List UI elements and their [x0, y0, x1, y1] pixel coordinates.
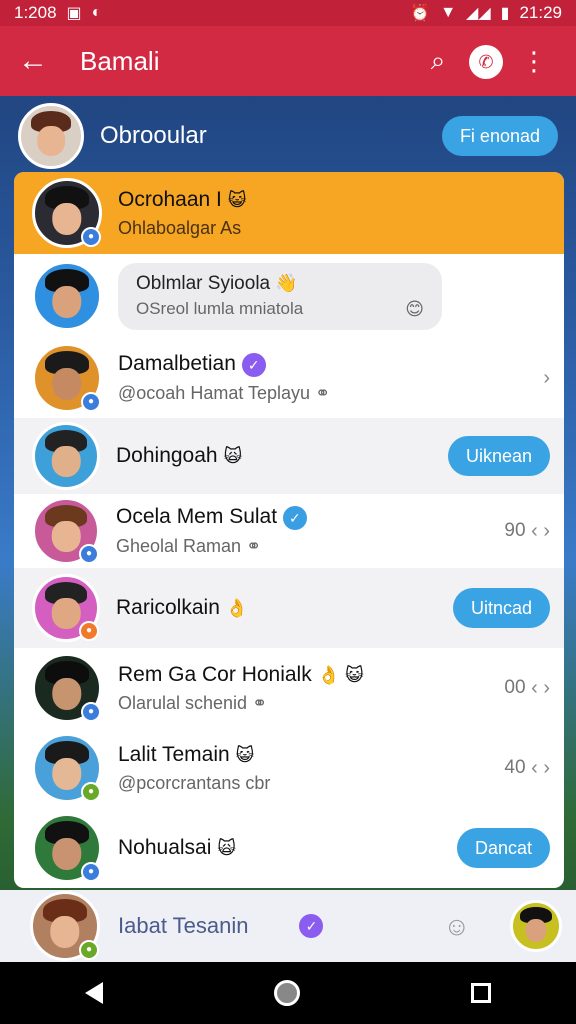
contact-name: Ocrohaan I	[118, 187, 222, 211]
list-item[interactable]: Dohingoah 🙀 Uiknean	[14, 418, 564, 494]
avatar: ●	[32, 497, 100, 565]
list-item[interactable]: ● Ocrohaan I 😺 Ohlaboalgar As	[14, 172, 564, 254]
bottom-profile-bar[interactable]: ● Iabat Tesanin ✓ ☺	[0, 890, 576, 962]
nav-back-icon[interactable]	[85, 982, 104, 1004]
avatar: ●	[32, 653, 102, 723]
list-item[interactable]: Oblmlar Syioola 👋 OSreol lumla mniatola 😊	[14, 254, 564, 338]
contact-name: Lalit Temain	[118, 742, 230, 766]
action-button[interactable]: Uiknean	[447, 436, 550, 476]
avatar	[32, 261, 102, 331]
item-count: 00	[504, 677, 526, 698]
emoji-icon: 🙀	[223, 446, 243, 466]
sticker-icon[interactable]: ☺	[443, 911, 470, 942]
chat-bubble-icon[interactable]: ✆	[462, 44, 510, 79]
contact-name: Dohingoah	[116, 444, 218, 467]
chevron-icon[interactable]: ‹ ›	[526, 677, 550, 700]
contact-name: Damalbetian	[118, 352, 236, 376]
contact-name: Oblmlar Syioola	[136, 272, 271, 294]
chevron-icon[interactable]: ›	[543, 367, 550, 390]
action-button[interactable]: Uitncad	[452, 588, 550, 628]
item-count: 90	[504, 520, 526, 541]
chevron-icon[interactable]: ‹ ›	[526, 520, 550, 543]
contact-name: Raricolkain	[116, 596, 220, 619]
more-vert-icon[interactable]: ⋮	[510, 46, 558, 77]
status-clock: 21:29	[519, 3, 562, 22]
nav-recents-icon[interactable]	[470, 983, 491, 1003]
avatar[interactable]	[510, 900, 562, 952]
contact-name: Nohualsai	[118, 836, 212, 859]
list-item[interactable]: ● Nohualsai 🙀 Dancat	[14, 808, 564, 888]
contact-subtitle: OSreol lumla mniatola	[136, 298, 304, 318]
friend-button[interactable]: Fi enonad	[441, 116, 558, 156]
avatar	[32, 422, 100, 490]
list-item[interactable]: ● Rem Ga Cor Honialk 👌 😺 Olarulal scheni…	[14, 648, 564, 728]
emoji-icon: 👌	[225, 598, 249, 618]
wifi-icon: ▼	[440, 4, 457, 21]
bottom-name: Iabat Tesanin	[118, 913, 249, 938]
emoji-icon: 👌 😺	[317, 664, 364, 685]
chevron-icon[interactable]: ‹ ›	[526, 757, 550, 780]
status-bar: 1:208 ▣ ◐ ⏰ ▼ ◢◢ ▮ 21:29	[0, 0, 576, 26]
sync-icon: ◐	[91, 4, 102, 21]
nav-home-icon[interactable]	[273, 980, 300, 1006]
contact-name: Ocela Mem Sulat	[116, 505, 278, 529]
arrow-left-icon[interactable]: ←	[18, 44, 62, 78]
avatar: ●	[32, 574, 100, 642]
item-count: 40	[504, 757, 526, 778]
emoji-icon: 😊	[405, 298, 424, 319]
system-nav-bar	[0, 962, 576, 1024]
link-icon: ⚭	[246, 535, 262, 556]
header-title: Obrooular	[100, 122, 207, 149]
status-time: 1:208	[14, 3, 57, 22]
list-item[interactable]: ● Lalit Temain 😺 @pcorcrantans cbr 40 ‹ …	[14, 728, 564, 808]
verified-icon: ✓	[282, 505, 307, 530]
emoji-icon: 😺	[235, 744, 255, 765]
contact-subtitle: @ocoah Hamat Teplayu	[118, 382, 311, 403]
contact-list: ● Ocrohaan I 😺 Ohlaboalgar As Oblmlar Sy…	[14, 172, 564, 888]
contact-subtitle: Olarulal schenid	[118, 692, 248, 713]
search-icon[interactable]: ⌕	[414, 45, 462, 77]
battery-icon: ▮	[500, 5, 510, 22]
screenshot-icon: ▣	[66, 5, 82, 22]
verified-icon: ✓	[299, 914, 324, 938]
emoji-icon: 🙀	[217, 838, 237, 858]
avatar: ●	[30, 891, 100, 961]
avatar: ●	[32, 178, 102, 248]
verified-icon: ✓	[241, 352, 266, 377]
avatar: ●	[32, 343, 102, 413]
signal-icon: ◢◢	[466, 5, 491, 22]
action-button[interactable]: Dancat	[456, 828, 550, 868]
contact-name: Rem Ga Cor Honialk	[118, 662, 312, 686]
link-icon: ⚭	[252, 692, 268, 713]
message-bubble[interactable]: Oblmlar Syioola 👋 OSreol lumla mniatola 😊	[118, 262, 442, 330]
app-bar: ← Bamali ⌕ ✆ ⋮	[0, 26, 576, 96]
profile-header: Obrooular Fi enonad	[0, 98, 576, 174]
avatar: ●	[32, 813, 102, 883]
list-item[interactable]: ● Ocela Mem Sulat ✓ Gheolal Raman ⚭ 90 ‹…	[14, 494, 564, 568]
list-item[interactable]: ● Raricolkain 👌 Uitncad	[14, 568, 564, 648]
contact-subtitle: Ohlaboalgar As	[118, 217, 242, 238]
emoji-icon: 👋	[275, 272, 298, 293]
alarm-icon: ⏰	[410, 5, 431, 22]
list-item[interactable]: ● Damalbetian ✓ @ocoah Hamat Teplayu ⚭ ›	[14, 338, 564, 418]
emoji-icon: 😺	[227, 189, 247, 210]
link-icon: ⚭	[315, 382, 331, 403]
contact-subtitle: Gheolal Raman	[116, 535, 242, 556]
contact-subtitle: @pcorcrantans cbr	[118, 772, 271, 793]
avatar[interactable]	[18, 103, 84, 169]
avatar: ●	[32, 733, 102, 803]
app-title: Bamali	[80, 45, 160, 76]
